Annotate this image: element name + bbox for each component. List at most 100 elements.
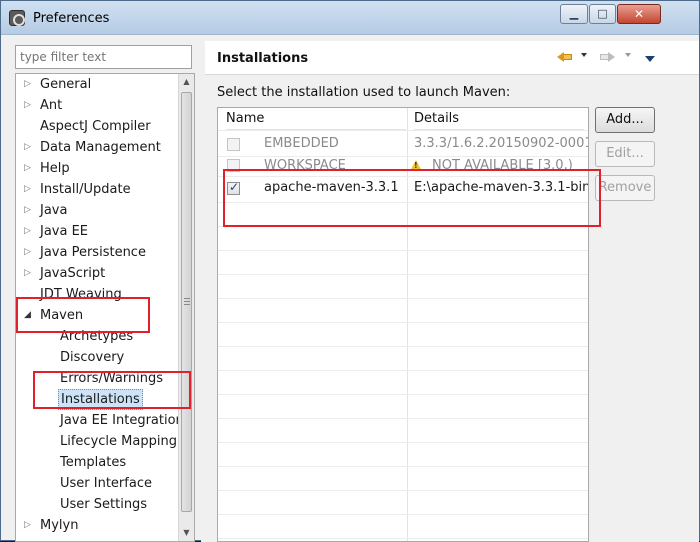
tree-item-java-persistence[interactable]: ▷ Java Persistence [16, 242, 178, 263]
tree-item-javascript[interactable]: ▷ JavaScript [16, 263, 178, 284]
row-divider [218, 490, 588, 491]
back-arrow-tail [563, 54, 572, 60]
row-divider [218, 202, 588, 203]
tree-item-templates[interactable]: Templates [16, 452, 178, 473]
row-divider [218, 370, 588, 371]
tree-item-user-interface[interactable]: User Interface [16, 473, 178, 494]
cell-details[interactable]: E:\apache-maven-3.3.1-bin\a [414, 180, 588, 195]
expand-arrow-icon[interactable]: ▷ [24, 179, 34, 200]
tree-item-label: JDT Weaving [40, 287, 122, 302]
preference-page: Installations Select the installation us… [205, 41, 699, 542]
header-divider [218, 130, 588, 131]
tree-item-ant[interactable]: ▷ Ant [16, 95, 178, 116]
warning-mark: ! [414, 161, 418, 170]
forward-arrow-icon[interactable] [599, 49, 617, 65]
tree-item-help[interactable]: ▷ Help [16, 158, 178, 179]
maximize-button[interactable]: □ [589, 4, 616, 24]
edit-button[interactable]: Edit... [595, 141, 655, 167]
tree-item-user-settings[interactable]: User Settings [16, 494, 178, 515]
tree-item-label: General [40, 77, 92, 92]
expand-arrow-icon[interactable]: ▷ [24, 158, 34, 179]
expand-arrow-icon[interactable]: ▷ [24, 95, 34, 116]
tree-item-label: Java EE Integration [60, 413, 178, 428]
back-arrow-head [557, 52, 564, 62]
minimize-button[interactable]: ▁ [560, 4, 588, 24]
grip-line [184, 304, 190, 305]
preference-navigation-panel: ▷ General ▷ Ant AspectJ Compiler ▷ Data Man… [11, 41, 197, 542]
tree-item-java[interactable]: ▷ Java [16, 200, 178, 221]
expand-arrow-icon[interactable]: ▷ [24, 221, 34, 242]
tree-item-label: Templates [60, 455, 127, 470]
back-arrow-icon[interactable] [557, 49, 575, 65]
tree-item-label: Help [40, 161, 70, 176]
row-checkbox-embedded[interactable] [227, 138, 240, 151]
filter-input[interactable] [15, 45, 192, 69]
tree-item-label: Java EE [40, 224, 89, 239]
instruction-text: Select the installation used to launch M… [217, 85, 511, 100]
preferences-window: Preferences ▁ □ ✕ ▷ General ▷ Ant AspectJ … [0, 0, 700, 542]
tree-item-label: Lifecycle Mapping [60, 434, 177, 449]
cell-name[interactable]: apache-maven-3.3.1 [264, 180, 399, 195]
tree-item-label: Installations [58, 389, 143, 410]
row-checkbox-apache-maven[interactable]: ✓ [227, 180, 240, 195]
cell-name: WORKSPACE [264, 158, 346, 173]
cell-details: NOT AVAILABLE [3.0,) [432, 158, 573, 173]
tree-item-install-update[interactable]: ▷ Install/Update [16, 179, 178, 200]
forward-dropdown-icon[interactable] [625, 53, 631, 57]
tree-item-java-ee-integration[interactable]: Java EE Integration [16, 410, 178, 431]
collapse-arrow-icon[interactable]: ◢ [24, 305, 34, 326]
tree-item-label: Discovery [60, 350, 125, 365]
scroll-up-arrow-icon[interactable]: ▲ [179, 74, 194, 90]
title-bar[interactable]: Preferences ▁ □ ✕ [1, 1, 699, 35]
row-checkbox-workspace[interactable] [227, 159, 240, 172]
forward-arrow-head [608, 52, 615, 62]
tree-item-jdt-weaving[interactable]: JDT Weaving [16, 284, 178, 305]
row-divider [218, 514, 588, 515]
tree-item-data-management[interactable]: ▷ Data Management [16, 137, 178, 158]
close-button[interactable]: ✕ [617, 4, 661, 24]
tree-item-label: Mylyn [40, 518, 79, 533]
scroll-down-arrow-icon[interactable]: ▼ [179, 525, 194, 541]
tree-item-label: Errors/Warnings [60, 371, 164, 386]
back-dropdown-icon[interactable] [581, 53, 587, 57]
tree-item-general[interactable]: ▷ General [16, 74, 178, 95]
row-divider [218, 538, 588, 539]
tree-item-errors-warnings[interactable]: Errors/Warnings [16, 368, 178, 389]
expand-arrow-icon[interactable]: ▷ [24, 137, 34, 158]
scroll-thumb[interactable] [181, 92, 192, 512]
tree-item-installations[interactable]: Installations [16, 389, 178, 410]
expand-arrow-icon[interactable]: ▷ [24, 515, 34, 536]
tree-item-lifecycle-mapping[interactable]: Lifecycle Mapping [16, 431, 178, 452]
expand-arrow-icon[interactable]: ▷ [24, 263, 34, 284]
check-icon: ✓ [229, 180, 240, 194]
tree-item-label: AspectJ Compiler [40, 119, 151, 134]
tree-item-maven[interactable]: ◢ Maven [16, 305, 178, 326]
preference-tree: ▷ General ▷ Ant AspectJ Compiler ▷ Data Man… [15, 73, 195, 542]
expand-arrow-icon[interactable]: ▷ [24, 200, 34, 221]
row-divider [218, 298, 588, 299]
remove-button[interactable]: Remove [595, 175, 655, 201]
tree-item-aspectj-compiler[interactable]: AspectJ Compiler [16, 116, 178, 137]
view-menu-icon[interactable] [645, 56, 655, 62]
tree-item-archetypes[interactable]: Archetypes [16, 326, 178, 347]
column-header-details[interactable]: Details [414, 108, 584, 130]
add-button[interactable]: Add... [595, 107, 655, 133]
grip-line [184, 301, 190, 302]
column-header-name[interactable]: Name [226, 108, 406, 130]
installations-table: Name Details EMBEDDED 3.3.3/1.6.2.201509… [217, 107, 589, 542]
tree-scrollbar[interactable]: ▲ ▼ [178, 74, 194, 541]
tree-item-discovery[interactable]: Discovery [16, 347, 178, 368]
row-divider [218, 346, 588, 347]
tree-item-label: Archetypes [60, 329, 134, 344]
warning-icon: ! [410, 160, 422, 171]
row-divider [218, 418, 588, 419]
expand-arrow-icon[interactable]: ▷ [24, 242, 34, 263]
tree-item-label: Data Management [40, 140, 161, 155]
tree-item-mylyn[interactable]: ▷ Mylyn [16, 515, 178, 536]
expand-arrow-icon[interactable]: ▷ [24, 74, 34, 95]
tree-item-label: Install/Update [40, 182, 131, 197]
cell-details: 3.3.3/1.6.2.20150902-0001 [414, 136, 589, 151]
page-title: Installations [217, 51, 309, 66]
tree-item-java-ee[interactable]: ▷ Java EE [16, 221, 178, 242]
row-divider [218, 442, 588, 443]
